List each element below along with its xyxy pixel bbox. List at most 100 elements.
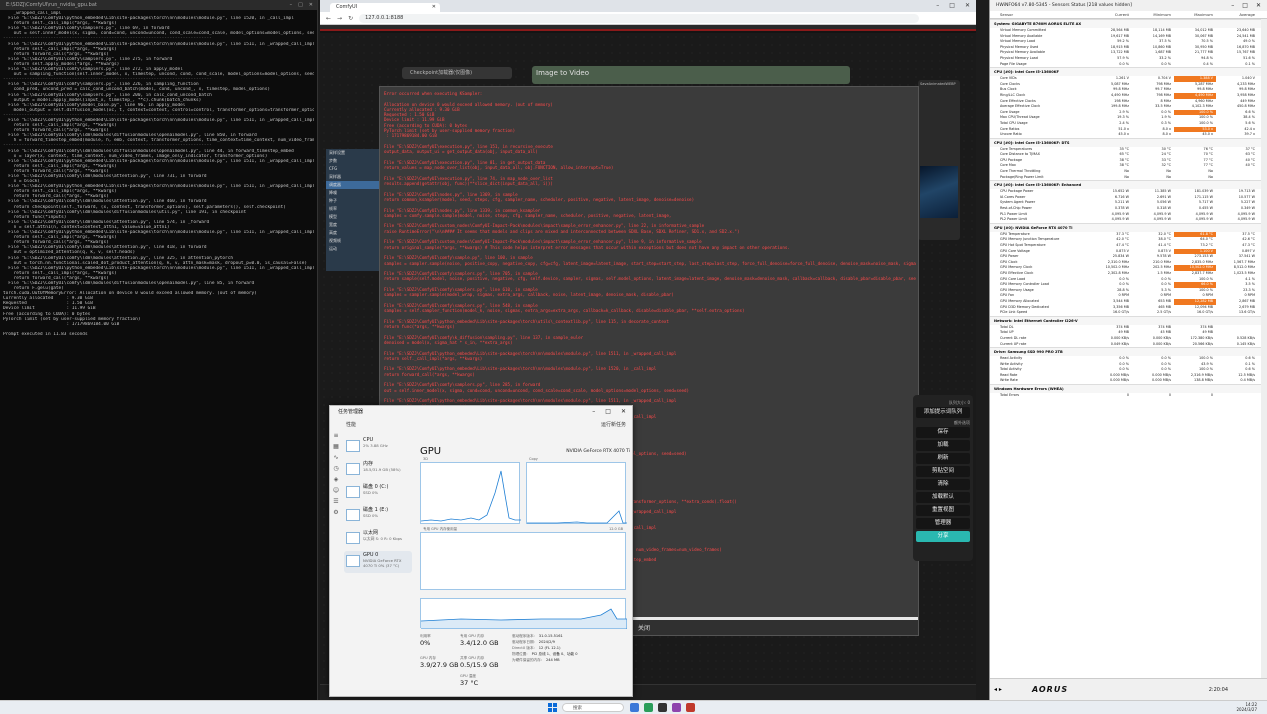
- processes-icon[interactable]: ▦: [330, 443, 342, 454]
- close-icon[interactable]: ✕: [309, 0, 313, 10]
- maximize-icon[interactable]: □: [1242, 0, 1248, 11]
- sensor-table[interactable]: System: GIGABYTE B760M AORUS ELITE AX Vir…: [990, 19, 1262, 678]
- comfy-menu[interactable]: 队列大小: 0 添加提示词队列 额外选项 保存 加载 刷新 剪贴空间 清除 加载…: [913, 395, 973, 561]
- minimize-icon[interactable]: –: [1231, 0, 1234, 11]
- settings-row[interactable]: 模型: [326, 213, 386, 221]
- settings-row[interactable]: 运动: [326, 245, 386, 253]
- settings-row[interactable]: 视频帧: [326, 237, 386, 245]
- maximize-icon[interactable]: □: [605, 406, 611, 418]
- minimize-icon[interactable]: –: [592, 406, 595, 418]
- system-tray[interactable]: 14:22 2024/3/27: [1236, 702, 1257, 712]
- hwinfo-titlebar[interactable]: HWiNFO64 v7.80-5345 - Sensors Status [21…: [990, 0, 1267, 11]
- resource-item[interactable]: CPU 2% 3.88 GHz: [344, 436, 412, 458]
- clear-button[interactable]: 清除: [916, 479, 970, 490]
- settings-row[interactable]: 步数: [326, 157, 386, 165]
- resource-item[interactable]: 磁盘 0 (C:) SSD 0%: [344, 482, 412, 504]
- resource-item[interactable]: 以太网 以太网 S: 0 R: 0 Kbps: [344, 528, 412, 550]
- save-video-node[interactable]: SaveAnimatedWEBP: [918, 80, 960, 240]
- file-explorer-icon[interactable]: [630, 703, 639, 712]
- close-icon[interactable]: ✕: [965, 0, 970, 12]
- sensor-group[interactable]: Windows Hardware Errors (WHEA): [990, 384, 1262, 394]
- back-icon[interactable]: ←: [326, 15, 331, 22]
- taskbar-search[interactable]: 搜索: [562, 703, 624, 712]
- settings-row[interactable]: 采样设置: [326, 149, 386, 157]
- hwinfo-window[interactable]: HWiNFO64 v7.80-5345 - Sensors Status [21…: [989, 0, 1267, 700]
- refresh-button[interactable]: 刷新: [916, 453, 970, 464]
- start-icon[interactable]: [548, 703, 557, 712]
- minimize-icon[interactable]: –: [936, 0, 939, 12]
- scrollbar[interactable]: [1261, 19, 1267, 678]
- reload-icon[interactable]: ↻: [348, 15, 353, 22]
- column-header[interactable]: Minimum: [1132, 11, 1174, 18]
- console-titlebar[interactable]: E:\SDZJ\ComfyUI\run_nvidia_gpu.bat – □ ✕: [0, 0, 317, 10]
- task-manager-titlebar[interactable]: 任务管理器 – □ ✕: [330, 406, 632, 418]
- checkpoint-node[interactable]: Checkpoint加载器(仅图像): [402, 67, 512, 79]
- queue-prompt-button[interactable]: 添加提示词队列: [916, 407, 970, 418]
- menu-icon[interactable]: ≡: [330, 432, 342, 443]
- url-input[interactable]: 127.0.0.1:8188: [359, 13, 920, 23]
- forward-icon[interactable]: →: [337, 15, 342, 22]
- settings-row[interactable]: 调度器: [326, 181, 386, 189]
- details-icon[interactable]: ☰: [330, 498, 342, 509]
- column-header[interactable]: Sensor: [990, 11, 1090, 18]
- settings-row[interactable]: CFG: [326, 165, 386, 173]
- sensor-group[interactable]: CPU [#0]: Intel Core i5-13600KF: Enhance…: [990, 180, 1262, 190]
- column-header[interactable]: Maximum: [1174, 11, 1216, 18]
- sensor-group[interactable]: GPU [#0]: NVIDIA GeForce RTX 4070 Ti: [990, 222, 1262, 232]
- manager-button[interactable]: 管理器: [916, 518, 970, 529]
- task-manager-window[interactable]: 任务管理器 – □ ✕ 性能 运行新任务 ≡ ▦ ∿ ◷ ◈ ☺ ☰ ⚙ CPU…: [329, 405, 633, 697]
- sensor-row[interactable]: Total Errors 0 0 0: [990, 393, 1262, 399]
- sensor-group[interactable]: CPU [#0]: Intel Core i5-13600KF: [990, 67, 1262, 77]
- sensor-row[interactable]: Package/Ring Power Limit No No No: [990, 175, 1262, 181]
- extra-options-toggle[interactable]: 额外选项: [916, 420, 970, 425]
- load-button[interactable]: 加载: [916, 440, 970, 451]
- sensor-group[interactable]: Network: Intel Ethernet Controller I226-…: [990, 315, 1262, 325]
- sensor-row[interactable]: PL2 Power Limit 4,095.9 W 4,095.9 W 4,095.9…: [990, 217, 1262, 223]
- sensor-row[interactable]: PCIe Link Speed 16.0 GT/s 2.5 GT/s 16.0 GT/…: [990, 310, 1262, 316]
- settings-row[interactable]: 高度: [326, 229, 386, 237]
- settings-row[interactable]: 宽度: [326, 221, 386, 229]
- maximize-icon[interactable]: □: [298, 0, 303, 10]
- services-icon[interactable]: ⚙: [330, 509, 342, 520]
- browser-icon[interactable]: [644, 703, 653, 712]
- browser-tab[interactable]: ComfyUI ✕: [330, 3, 440, 12]
- column-header[interactable]: Average: [1216, 11, 1258, 18]
- settings-row[interactable]: 种子: [326, 197, 386, 205]
- image-to-video-node[interactable]: Image to Video: [532, 66, 850, 84]
- sensor-group[interactable]: Drive: Samsung SSD 990 PRO 2TB: [990, 347, 1262, 357]
- settings-row[interactable]: 降噪: [326, 189, 386, 197]
- sensor-group[interactable]: System: GIGABYTE B760M AORUS ELITE AX: [990, 19, 1262, 28]
- app-icon[interactable]: [672, 703, 681, 712]
- console-window[interactable]: E:\SDZJ\ComfyUI\run_nvidia_gpu.bat – □ ✕…: [0, 0, 318, 700]
- column-header[interactable]: Current: [1090, 11, 1132, 18]
- share-button[interactable]: 分享: [916, 531, 970, 542]
- sensor-row[interactable]: Current UP rate 0.049 KB/s 0.000 KB/s 20.56…: [990, 342, 1262, 348]
- resource-item[interactable]: GPU 0 NVIDIA GeForce RTX 4070 Ti 0% (37 °…: [344, 551, 412, 573]
- sensor-group[interactable]: CPU [#0]: Intel Core i5-13600KF: DTS: [990, 137, 1262, 147]
- minimize-icon[interactable]: –: [290, 0, 293, 10]
- settings-panel[interactable]: 采样设置 步数 CFG 采样器 调度器 降噪 种子 帧率 模型 宽度 高度 视频帧 运动: [326, 149, 386, 271]
- sensor-row[interactable]: Uncore Ratio 45.0 x 8.0 x 45.0 x 39.7 x: [990, 132, 1262, 138]
- tab-close-icon[interactable]: ✕: [432, 3, 436, 12]
- sensor-row[interactable]: Write Rate 0.000 MB/s 0.000 MB/s 138.8 MB/s…: [990, 378, 1262, 384]
- save-button[interactable]: 保存: [916, 427, 970, 438]
- maximize-icon[interactable]: □: [949, 0, 955, 12]
- settings-row[interactable]: 采样器: [326, 173, 386, 181]
- resource-item[interactable]: 内存 18.5/31.9 GB (58%): [344, 459, 412, 481]
- close-button[interactable]: 关闭: [638, 623, 650, 632]
- history-icon[interactable]: ◷: [330, 465, 342, 476]
- load-default-button[interactable]: 加载默认: [916, 492, 970, 503]
- reset-view-button[interactable]: 重置视图: [916, 505, 970, 516]
- clipspace-button[interactable]: 剪贴空间: [916, 466, 970, 477]
- nav-arrows-icon[interactable]: ◂ ▸: [994, 686, 1002, 693]
- settings-row[interactable]: 帧率: [326, 205, 386, 213]
- hwinfo-icon[interactable]: [686, 703, 695, 712]
- close-icon[interactable]: ✕: [1256, 0, 1261, 11]
- close-icon[interactable]: ✕: [621, 406, 626, 418]
- resource-item[interactable]: 磁盘 1 (E:) SSD 0%: [344, 505, 412, 527]
- run-new-task-button[interactable]: 运行新任务: [601, 418, 632, 432]
- performance-icon[interactable]: ∿: [330, 454, 342, 465]
- startup-icon[interactable]: ◈: [330, 476, 342, 487]
- users-icon[interactable]: ☺: [330, 487, 342, 498]
- terminal-icon[interactable]: [658, 703, 667, 712]
